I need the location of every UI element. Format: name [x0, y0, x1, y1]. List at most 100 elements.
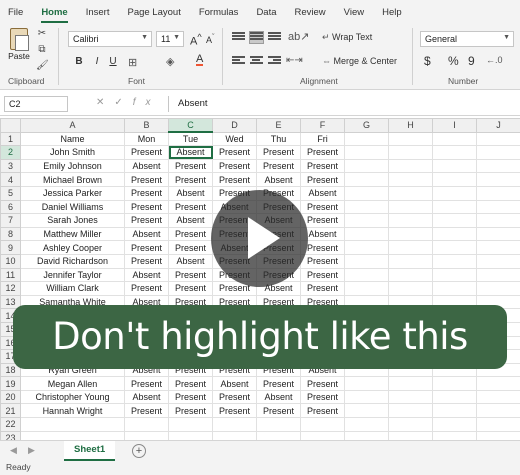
- row-header[interactable]: 19: [0, 376, 21, 391]
- number-format-dropdown[interactable]: General ▼: [420, 31, 514, 47]
- column-header-h[interactable]: H: [388, 118, 433, 133]
- cell[interactable]: Jennifer Taylor: [20, 267, 125, 283]
- row-header[interactable]: 1: [0, 131, 21, 147]
- cell[interactable]: [432, 199, 477, 215]
- cell[interactable]: Present: [124, 376, 169, 391]
- row-header[interactable]: 20: [0, 389, 21, 405]
- cell[interactable]: Present: [212, 145, 257, 160]
- cell[interactable]: [476, 281, 520, 296]
- cell[interactable]: [432, 240, 477, 255]
- cell[interactable]: Present: [300, 253, 345, 269]
- merge-center-button[interactable]: ⇔ Merge & Center: [322, 56, 397, 66]
- align-left-icon[interactable]: [232, 56, 245, 67]
- cell[interactable]: [388, 403, 433, 419]
- cell[interactable]: [388, 253, 433, 269]
- tab-file[interactable]: File: [8, 7, 23, 18]
- cell[interactable]: Present: [124, 403, 169, 419]
- wrap-text-button[interactable]: ↵ Wrap Text: [322, 32, 372, 43]
- cell[interactable]: [476, 145, 520, 160]
- enter-icon[interactable]: ✓: [114, 97, 132, 108]
- tab-review[interactable]: Review: [295, 7, 326, 18]
- cell[interactable]: [388, 226, 433, 242]
- row-header[interactable]: 5: [0, 185, 21, 201]
- cell[interactable]: Present: [124, 145, 169, 160]
- cell[interactable]: [388, 213, 433, 228]
- column-header-f[interactable]: F: [300, 118, 345, 133]
- currency-button[interactable]: $: [424, 54, 431, 68]
- cell[interactable]: Present: [124, 185, 169, 201]
- cell[interactable]: [432, 185, 477, 201]
- cell[interactable]: Present: [300, 213, 345, 228]
- cell[interactable]: Present: [212, 172, 257, 187]
- cell[interactable]: Present: [300, 158, 345, 174]
- cell[interactable]: Present: [300, 267, 345, 283]
- column-header-c[interactable]: C: [168, 118, 213, 134]
- cell[interactable]: [388, 267, 433, 283]
- cell[interactable]: Matthew Miller: [20, 226, 125, 242]
- cell[interactable]: Present: [168, 267, 213, 283]
- cell[interactable]: Christopher Young: [20, 389, 125, 405]
- cell[interactable]: Absent: [212, 376, 257, 391]
- align-middle-icon[interactable]: [249, 31, 264, 44]
- next-sheet-icon[interactable]: ▶: [28, 445, 35, 456]
- cell[interactable]: [344, 267, 389, 283]
- cell[interactable]: [388, 376, 433, 391]
- cell[interactable]: Absent: [168, 145, 213, 160]
- cell[interactable]: [432, 281, 477, 296]
- cell[interactable]: Present: [168, 281, 213, 296]
- tab-page-layout[interactable]: Page Layout: [127, 7, 180, 18]
- cell[interactable]: Ashley Cooper: [20, 240, 125, 255]
- column-header-e[interactable]: E: [256, 118, 301, 133]
- percent-button[interactable]: %: [448, 54, 459, 68]
- cell[interactable]: [344, 145, 389, 160]
- cell[interactable]: William Clark: [20, 281, 125, 296]
- cell[interactable]: Present: [300, 389, 345, 405]
- cell[interactable]: [476, 185, 520, 201]
- cell[interactable]: [20, 417, 125, 432]
- cell[interactable]: [124, 417, 169, 432]
- cell[interactable]: [300, 417, 345, 432]
- cell[interactable]: Absent: [168, 185, 213, 201]
- font-color-icon[interactable]: A: [196, 54, 204, 66]
- cell[interactable]: Present: [168, 199, 213, 215]
- cell[interactable]: [432, 213, 477, 228]
- cell[interactable]: [432, 226, 477, 242]
- select-all-corner[interactable]: [0, 118, 21, 133]
- cell[interactable]: [432, 389, 477, 405]
- cell[interactable]: [388, 417, 433, 432]
- row-header[interactable]: 4: [0, 172, 21, 187]
- cell[interactable]: Absent: [256, 389, 301, 405]
- cell[interactable]: Thu: [256, 131, 301, 147]
- row-header[interactable]: 12: [0, 281, 21, 296]
- cell[interactable]: [432, 158, 477, 174]
- cell[interactable]: Wed: [212, 131, 257, 147]
- cell[interactable]: [388, 199, 433, 215]
- row-header[interactable]: 11: [0, 267, 21, 283]
- cell[interactable]: [476, 158, 520, 174]
- cell[interactable]: Emily Johnson: [20, 158, 125, 174]
- increase-font-icon[interactable]: A^: [190, 32, 202, 48]
- cell[interactable]: Present: [300, 403, 345, 419]
- align-bottom-icon[interactable]: [268, 32, 281, 43]
- tab-data[interactable]: Data: [256, 7, 276, 18]
- row-header[interactable]: 2: [0, 145, 21, 160]
- tab-home[interactable]: Home: [41, 7, 69, 23]
- column-header-j[interactable]: J: [476, 118, 520, 133]
- cell[interactable]: [432, 403, 477, 419]
- cell[interactable]: Present: [168, 376, 213, 391]
- cell[interactable]: Present: [168, 158, 213, 174]
- cell[interactable]: Present: [124, 253, 169, 269]
- cell[interactable]: Absent: [124, 389, 169, 405]
- cell[interactable]: [344, 403, 389, 419]
- cell[interactable]: [476, 199, 520, 215]
- row-header[interactable]: 7: [0, 213, 21, 228]
- row-header[interactable]: 9: [0, 240, 21, 255]
- cell[interactable]: Present: [212, 403, 257, 419]
- add-sheet-icon[interactable]: +: [132, 444, 146, 458]
- cell[interactable]: David Richardson: [20, 253, 125, 269]
- cell[interactable]: [476, 389, 520, 405]
- cell[interactable]: Present: [124, 213, 169, 228]
- cell[interactable]: [476, 213, 520, 228]
- cell[interactable]: Present: [212, 389, 257, 405]
- cell[interactable]: Absent: [168, 213, 213, 228]
